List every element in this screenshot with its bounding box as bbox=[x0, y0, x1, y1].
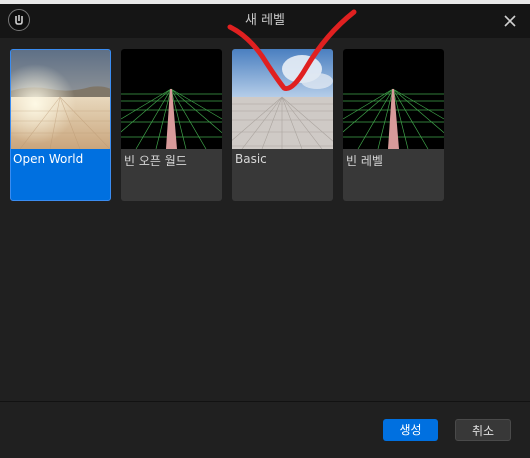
template-tile-open-world[interactable]: Open World bbox=[10, 49, 111, 201]
open-world-thumbnail bbox=[11, 50, 110, 149]
cancel-button[interactable]: 취소 bbox=[455, 419, 511, 441]
dialog-title: 새 레벨 bbox=[244, 13, 285, 28]
template-label: 빈 레벨 bbox=[346, 154, 383, 168]
template-panel: Open World 빈 오픈 월드 Basic 빈 레벨 bbox=[0, 38, 530, 400]
title-bar: 새 레벨 bbox=[0, 4, 530, 38]
template-tile-empty-open-world[interactable]: 빈 오픈 월드 bbox=[121, 49, 222, 201]
create-button[interactable]: 생성 bbox=[383, 419, 438, 441]
template-label: Open World bbox=[13, 152, 84, 166]
template-label: Basic bbox=[235, 152, 267, 166]
dialog-footer: 생성 취소 bbox=[0, 402, 530, 458]
template-label: 빈 오픈 월드 bbox=[124, 154, 187, 168]
template-tile-empty-level[interactable]: 빈 레벨 bbox=[343, 49, 444, 201]
close-icon[interactable] bbox=[502, 13, 518, 29]
grid-thumbnail bbox=[343, 49, 444, 149]
basic-thumbnail bbox=[232, 49, 333, 149]
grid-thumbnail bbox=[121, 49, 222, 149]
template-tile-basic[interactable]: Basic bbox=[232, 49, 333, 201]
